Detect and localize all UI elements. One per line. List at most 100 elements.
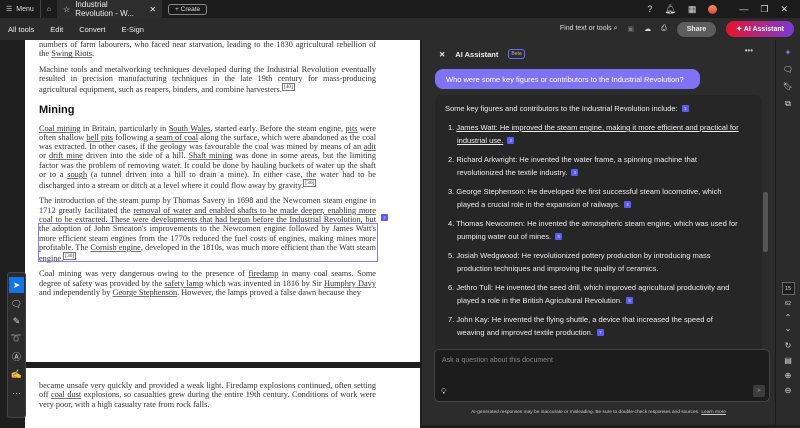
highlight-citation-badge[interactable]: 2 — [381, 214, 388, 221]
link[interactable]: South Wales — [169, 124, 211, 133]
page-down-icon[interactable]: ⌄ — [785, 324, 792, 333]
section-heading: Mining — [39, 104, 75, 117]
menu-label: Menu — [16, 5, 34, 13]
disclaimer: AI-generated responses may be inaccurate… — [422, 410, 775, 415]
link[interactable]: Shaft mining — [189, 151, 233, 160]
current-page[interactable]: 15 — [781, 282, 795, 295]
comments-icon[interactable]: 🗨︎ — [783, 65, 793, 74]
page-fit-icon[interactable]: ▤ — [784, 356, 792, 365]
document-tab[interactable]: ☆ Industrial Revolution - W... ✕ — [57, 0, 163, 18]
text-box-icon[interactable]: Ⓐ — [12, 350, 21, 363]
link[interactable]: adit — [364, 142, 376, 151]
rotate-icon[interactable]: ↻ — [785, 341, 792, 350]
text-run: or — [39, 151, 49, 161]
citation-badge[interactable]: 1 — [681, 105, 689, 112]
footnote-ref[interactable]: [36] — [303, 179, 317, 188]
ai-assistant-rail-icon[interactable]: ✦ — [785, 48, 792, 57]
link[interactable]: coal dust — [51, 390, 81, 399]
link[interactable]: George Stephenson — [113, 288, 178, 297]
link[interactable]: sough — [67, 170, 87, 179]
link[interactable]: bell pits — [86, 133, 113, 142]
menu-e-sign[interactable]: E-Sign — [113, 25, 152, 34]
footnote-ref[interactable]: [36] — [63, 252, 77, 261]
citation-badge[interactable]: 5 — [555, 233, 563, 240]
home-icon: ⌂ — [46, 5, 52, 13]
link[interactable]: Swing Riots — [51, 49, 92, 58]
maximize-icon[interactable]: ❐ — [760, 4, 768, 15]
minimize-icon[interactable]: — — [739, 4, 748, 14]
link[interactable]: pits — [346, 124, 358, 133]
more-tools-icon[interactable]: … — [12, 386, 21, 396]
text-run: Machine tools and metalworking technique… — [39, 64, 376, 94]
item-text: Thomas Newcomen: He invented the atmosph… — [456, 219, 738, 241]
learn-more-link[interactable]: Learn more — [701, 410, 726, 415]
star-icon[interactable]: ☆ — [63, 5, 70, 14]
item-number: 6. — [448, 283, 455, 292]
input-placeholder: Ask a question about this document — [442, 357, 553, 364]
lightbulb-icon[interactable]: 💡︎ — [441, 387, 447, 397]
link[interactable]: Humphry Davy — [324, 279, 376, 288]
panel-header: ✕ AI Assistant Beta — [422, 40, 775, 68]
select-cursor-icon[interactable]: ➤ — [9, 277, 24, 293]
link[interactable]: seam of coal — [156, 133, 198, 142]
sign-icon[interactable]: ✍ — [11, 369, 22, 380]
create-button[interactable]: + Create — [168, 3, 208, 15]
footnote-ref[interactable]: [40] — [281, 83, 296, 92]
link[interactable]: Cornish engine — [90, 243, 141, 252]
link[interactable]: drift mine — [49, 151, 83, 160]
citation-badge[interactable]: 6 — [626, 297, 634, 304]
find-tools[interactable]: Find text or tools ⌕ — [560, 25, 618, 33]
pencil-icon[interactable]: ✎ — [13, 316, 21, 327]
bell-icon[interactable]: 🔔︎ — [664, 4, 675, 15]
avatar[interactable] — [708, 4, 718, 14]
answer-item: 4. Thomas Newcomen: He invented the atmo… — [445, 217, 752, 243]
link[interactable]: Coal mining — [39, 124, 81, 133]
close-tab-icon[interactable]: ✕ — [149, 5, 156, 14]
save-icon[interactable]: ▣ — [628, 25, 635, 33]
menu-convert[interactable]: Convert — [71, 25, 113, 34]
add-comment-icon[interactable]: 🗨︎ — [11, 299, 22, 310]
zoom-in-icon[interactable]: ⊕ — [785, 371, 792, 380]
page-up-icon[interactable]: ⌃ — [785, 313, 792, 322]
bookmark-icon[interactable]: 🔖︎ — [783, 82, 793, 91]
pages-icon[interactable]: ⧉ — [785, 99, 791, 109]
apps-grid-icon[interactable]: ▦ — [688, 4, 697, 15]
link[interactable]: firedamp — [248, 269, 278, 278]
answer-item: 1. James Watt: He improved the steam eng… — [445, 121, 752, 147]
menu-all-tools[interactable]: All tools — [0, 25, 42, 34]
help-icon[interactable]: ? — [647, 4, 652, 14]
zoom-out-icon[interactable]: ⊖ — [785, 386, 792, 395]
link[interactable]: safety lamp — [164, 279, 203, 288]
hamburger-icon: ☰ — [6, 6, 13, 13]
ai-chat-icon: ✦ — [736, 26, 743, 33]
menu-edit[interactable]: Edit — [42, 25, 71, 34]
text-run: which was invented in 1816 by Sir — [203, 278, 324, 288]
answer-list: 1. James Watt: He improved the steam eng… — [445, 121, 752, 339]
ai-assistant-button[interactable]: ✦ AI Assistant — [726, 21, 794, 37]
citation-badge[interactable]: 2 — [507, 137, 515, 144]
citation-badge[interactable]: 7 — [596, 329, 604, 336]
answer-item: 7. John Kay: He invented the flying shut… — [445, 313, 752, 339]
citation-badge[interactable]: 4 — [624, 201, 632, 208]
share-button[interactable]: Share — [676, 21, 717, 37]
lasso-icon[interactable]: ➰ — [11, 333, 22, 344]
beta-badge: Beta — [508, 49, 525, 59]
title-bar: ☰ Menu ⌂ ☆ Industrial Revolution - W... ✕ +… — [0, 0, 800, 18]
more-options-icon[interactable]: ••• — [745, 46, 753, 55]
scrollbar-thumb[interactable] — [763, 192, 768, 252]
answer-item: 3. George Stephenson: He developed the f… — [445, 185, 752, 211]
home-button[interactable]: ⌂ — [39, 0, 57, 18]
close-panel-icon[interactable]: ✕ — [439, 50, 445, 59]
citation-badge[interactable]: 3 — [571, 169, 579, 176]
answer-item: 2. Richard Arkwright: He invented the wa… — [445, 153, 752, 179]
question-input[interactable]: Ask a question about this document 💡︎ ➤ — [434, 349, 770, 402]
document-viewer[interactable]: numbers of farm labourers, who faced nea… — [0, 40, 420, 428]
find-label: Find text or tools — [559, 25, 612, 32]
send-icon[interactable]: ➤ — [753, 385, 765, 397]
close-window-icon[interactable]: ✕ — [780, 4, 788, 15]
upload-cloud-icon[interactable]: ☁ — [644, 25, 651, 33]
text-run: driven into the side of a hill. — [82, 151, 189, 161]
print-icon[interactable]: ⎙ — [661, 25, 667, 33]
menu-button[interactable]: ☰ Menu — [0, 0, 40, 18]
answer-scrollbar[interactable] — [763, 92, 768, 354]
